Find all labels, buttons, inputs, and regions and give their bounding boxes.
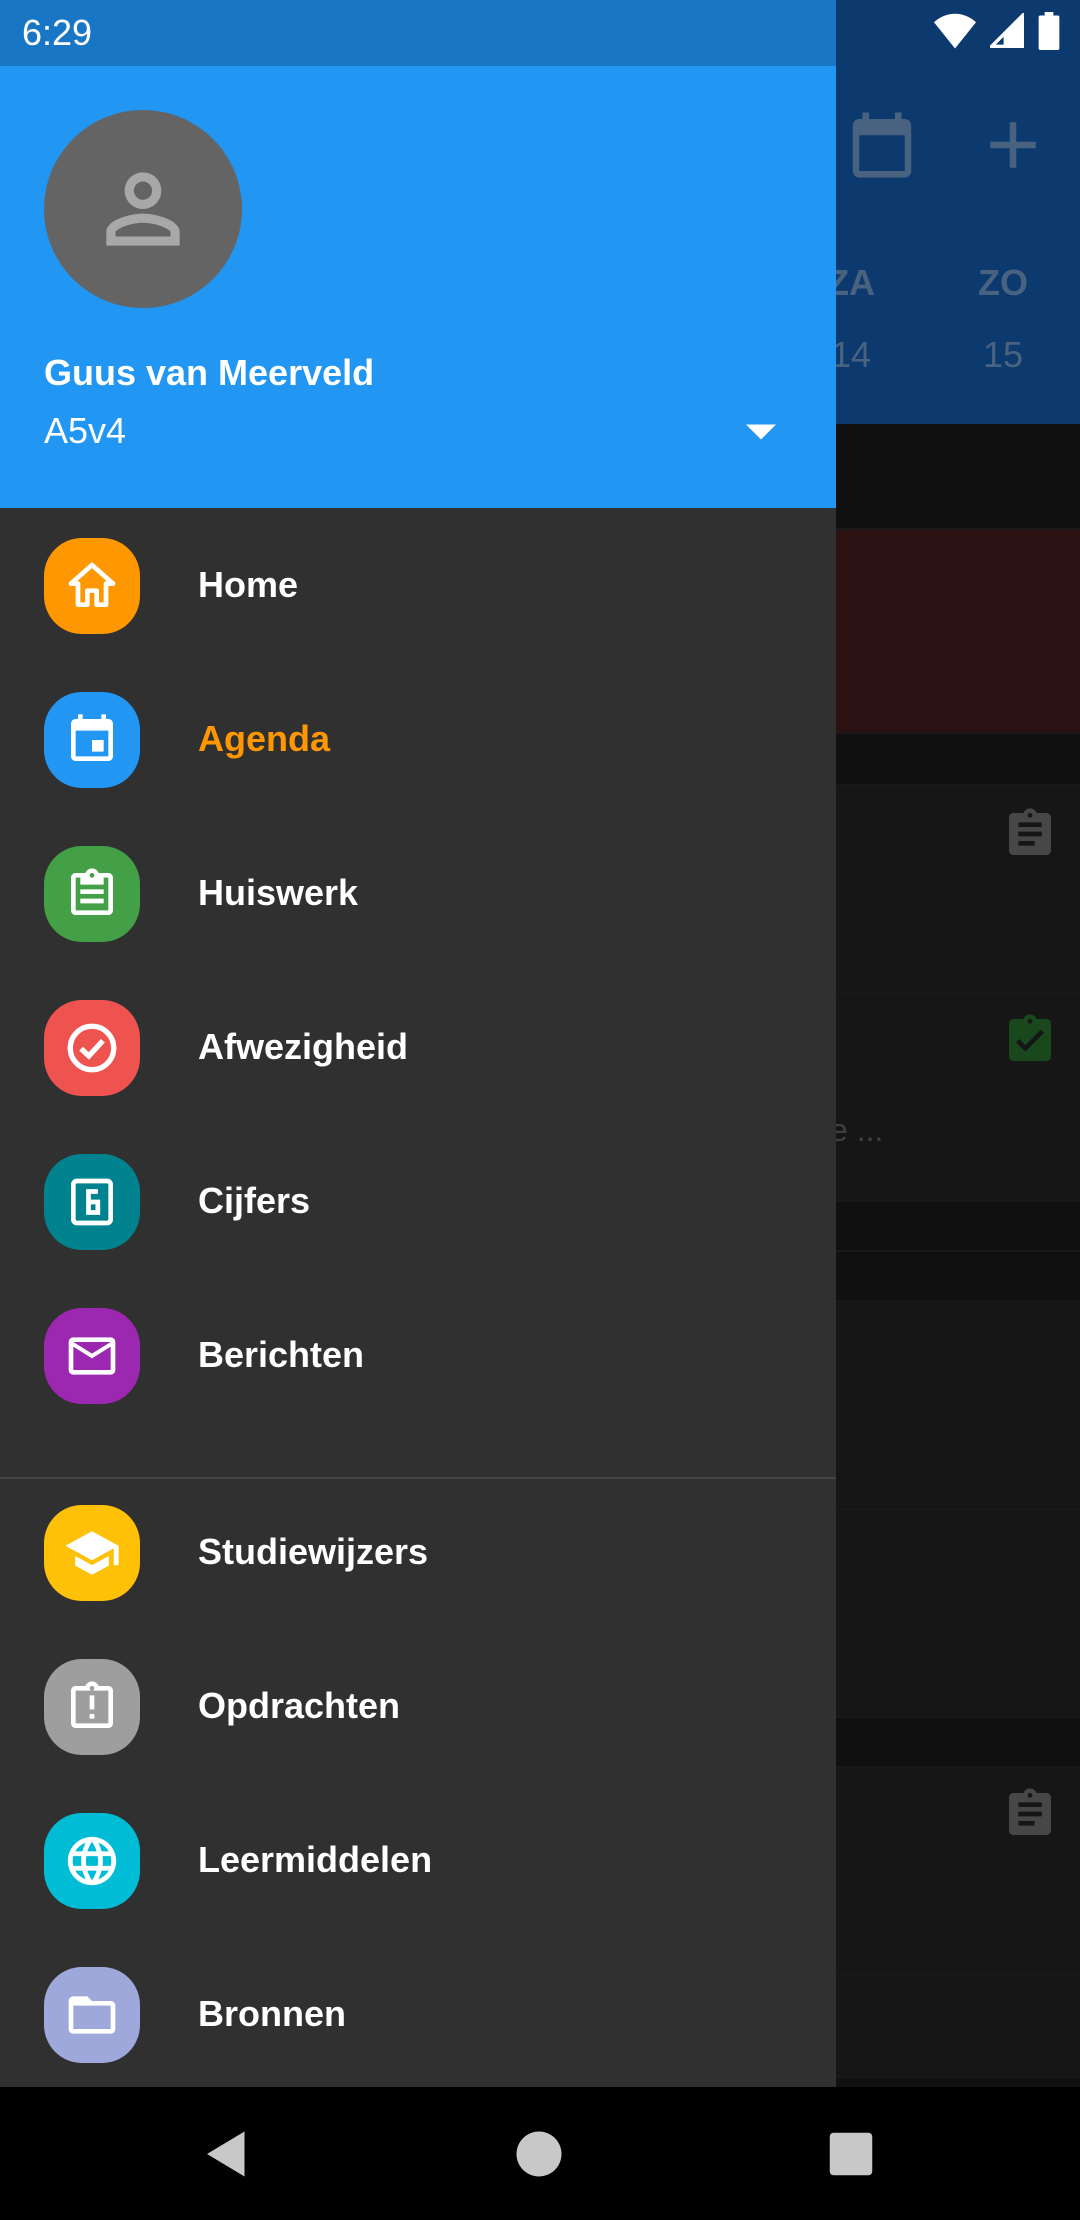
system-navigation-bar [0, 2087, 1080, 2220]
status-time: 6:29 [22, 12, 93, 53]
menu-divider [0, 1477, 836, 1479]
graduation-cap-icon [44, 1505, 140, 1601]
user-name: Guus van Meerveld [44, 352, 375, 393]
dropdown-arrow-icon [746, 424, 776, 440]
nav-label-agenda: Agenda [198, 718, 331, 759]
drawer-header: Guus van Meerveld A5v4 [0, 0, 836, 508]
user-class: A5v4 [44, 410, 127, 451]
nav-label-berichten: Berichten [198, 1334, 365, 1375]
folder-icon [44, 1967, 140, 2063]
check-circle-icon [44, 1000, 140, 1096]
nav-label-home: Home [198, 564, 299, 605]
nav-item-huiswerk[interactable]: Huiswerk [0, 816, 836, 970]
nav-item-opdrachten[interactable]: Opdrachten [0, 1629, 836, 1783]
mail-icon [44, 1308, 140, 1404]
status-bar: 6:29 [0, 0, 1080, 66]
wifi-icon [934, 13, 976, 49]
nav-item-home[interactable]: Home [0, 508, 836, 662]
nav-item-bronnen[interactable]: Bronnen [0, 1937, 836, 2087]
nav-item-cijfers[interactable]: Cijfers [0, 1124, 836, 1278]
person-icon [106, 172, 180, 246]
globe-icon [44, 1813, 140, 1909]
nav-item-studiewijzers[interactable]: Studiewijzers [0, 1475, 836, 1629]
grade-six-icon [44, 1154, 140, 1250]
avatar[interactable] [44, 110, 242, 308]
nav-item-afwezigheid[interactable]: Afwezigheid [0, 970, 836, 1124]
navigation-drawer: Guus van Meerveld A5v4 Home Agenda Huisw… [0, 0, 836, 2087]
nav-item-agenda[interactable]: Agenda [0, 662, 836, 816]
recents-icon[interactable] [826, 2129, 876, 2179]
nav-label-afwezigheid: Afwezigheid [198, 1026, 409, 1067]
nav-item-leermiddelen[interactable]: Leermiddelen [0, 1783, 836, 1937]
nav-label-leermiddelen: Leermiddelen [198, 1839, 433, 1880]
nav-item-berichten[interactable]: Berichten [0, 1278, 836, 1432]
back-icon[interactable] [202, 2129, 252, 2179]
calendar-icon [44, 692, 140, 788]
nav-label-huiswerk: Huiswerk [198, 872, 359, 913]
assignment-alert-icon [44, 1659, 140, 1755]
clipboard-icon [44, 846, 140, 942]
cell-signal-icon [990, 13, 1024, 48]
account-dropdown-toggle[interactable] [738, 412, 784, 452]
nav-label-studiewijzers: Studiewijzers [198, 1531, 429, 1572]
home-icon [44, 538, 140, 634]
nav-label-bronnen: Bronnen [198, 1993, 346, 2034]
nav-label-opdrachten: Opdrachten [198, 1685, 401, 1726]
home-button-icon[interactable] [514, 2129, 564, 2179]
battery-icon [1038, 12, 1060, 50]
nav-label-cijfers: Cijfers [198, 1180, 311, 1221]
